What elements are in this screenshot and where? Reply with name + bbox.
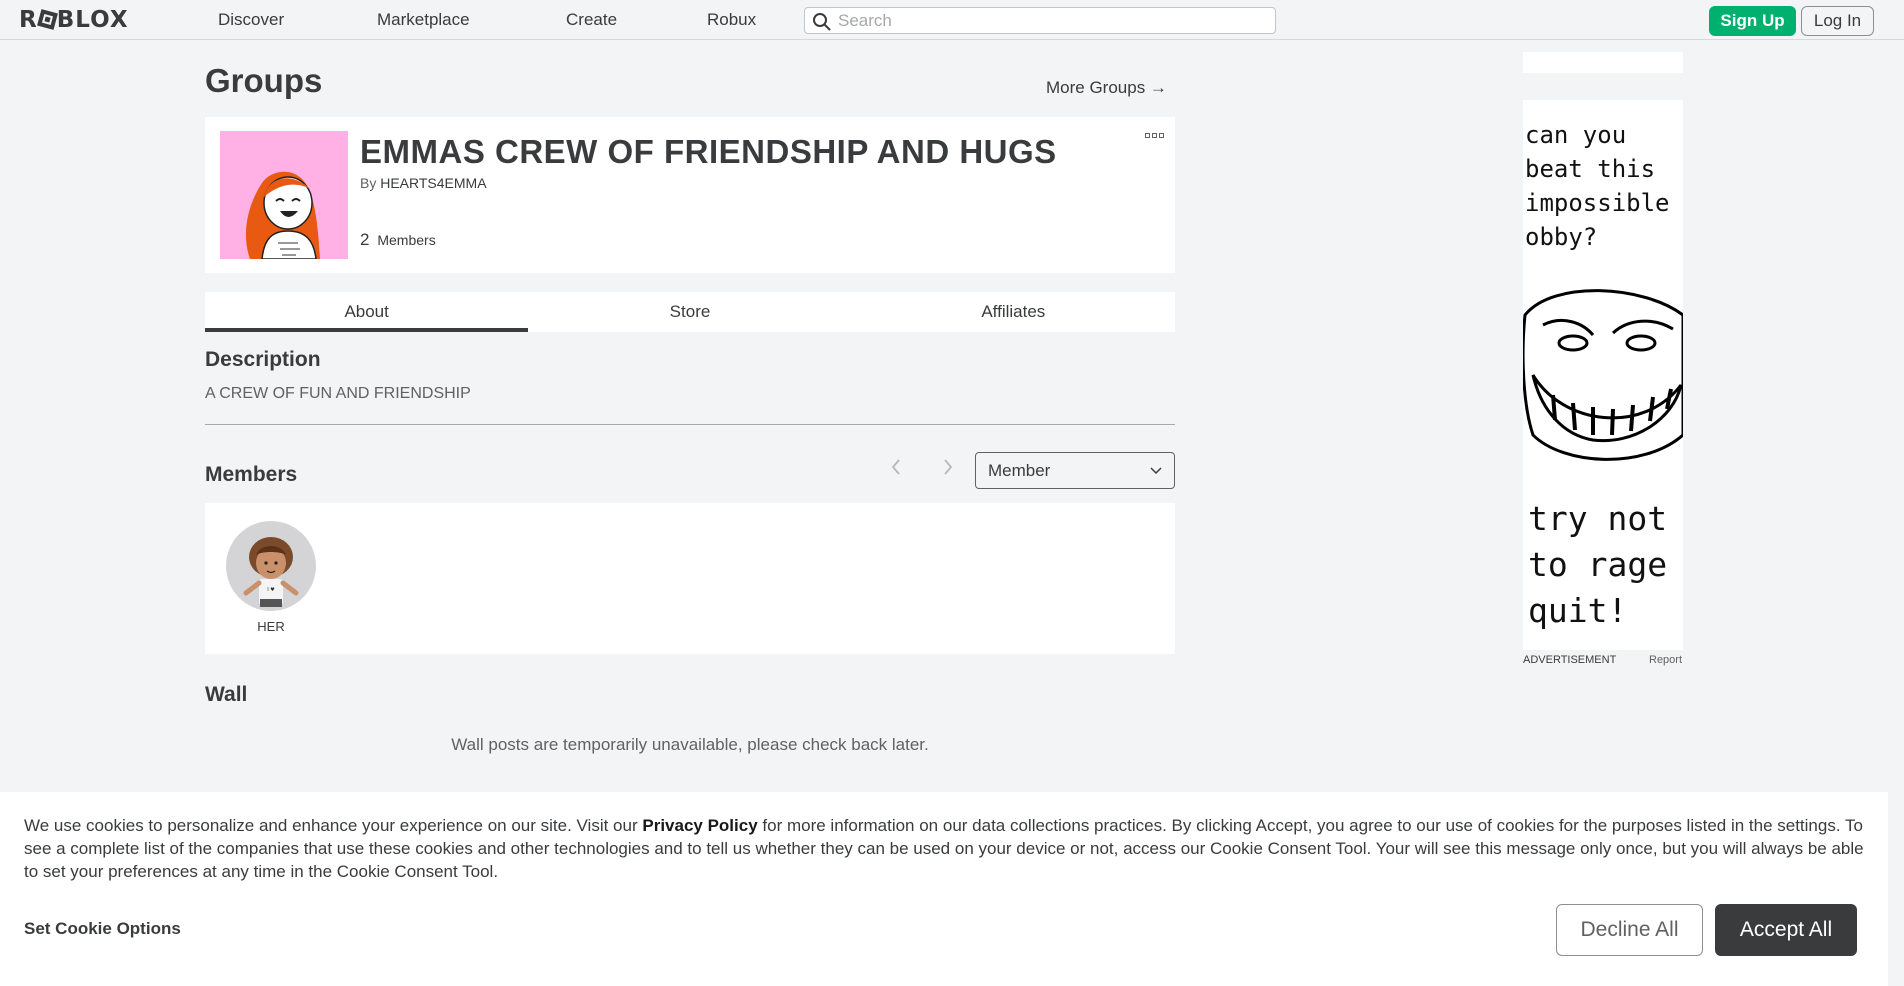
top-navigation-bar: R BLOX Discover Marketplace Create Robux … (0, 0, 1904, 40)
member-name: HER (257, 619, 285, 634)
page-title: Groups (205, 62, 323, 99)
ad-headline: can you beat this impossible obby? (1525, 121, 1670, 251)
members-heading: Members (205, 463, 298, 486)
group-tabs: About Store Affiliates (205, 292, 1175, 332)
member-card[interactable]: I ♥ HER (226, 521, 316, 634)
cookie-consent-banner: We use cookies to personalize and enhanc… (0, 792, 1888, 986)
tab-store[interactable]: Store (528, 292, 851, 332)
advertisement-banner[interactable]: can you beat this impossible obby? try n… (1523, 100, 1683, 650)
roblox-logo[interactable]: R BLOX (19, 7, 129, 33)
search-input[interactable] (838, 10, 1268, 31)
nav-create[interactable]: Create (566, 10, 617, 30)
more-options-icon[interactable] (1145, 133, 1165, 143)
wall-unavailable-message: Wall posts are temporarily unavailable, … (451, 735, 929, 754)
svg-text:I ♥: I ♥ (267, 587, 275, 593)
avatar: I ♥ (226, 521, 316, 611)
cookie-message: We use cookies to personalize and enhanc… (24, 816, 1864, 881)
previous-page-icon[interactable] (890, 458, 902, 482)
accept-all-button[interactable]: Accept All (1715, 904, 1857, 956)
log-in-button[interactable]: Log In (1801, 6, 1874, 36)
chevron-down-icon (1150, 467, 1162, 475)
search-box (804, 7, 1276, 34)
group-name: EMMAS CREW OF FRIENDSHIP AND HUGS (360, 133, 1057, 170)
sign-up-button[interactable]: Sign Up (1709, 6, 1796, 36)
description-heading: Description (205, 348, 321, 371)
nav-discover[interactable]: Discover (218, 10, 284, 30)
nav-marketplace[interactable]: Marketplace (377, 10, 470, 30)
tab-about[interactable]: About (205, 292, 529, 332)
group-emblem-image (220, 131, 348, 259)
nav-robux[interactable]: Robux (707, 10, 756, 30)
group-header-card: EMMAS CREW OF FRIENDSHIP AND HUGS By HEA… (205, 117, 1175, 273)
more-groups-link[interactable]: More Groups → (1046, 78, 1167, 98)
member-count-number: 2 (360, 230, 370, 249)
member-count: 2 Members (360, 230, 436, 250)
ad-tagline: try not to rage quit! (1528, 499, 1668, 630)
privacy-policy-link[interactable]: Privacy Policy (642, 816, 757, 835)
members-list: I ♥ HER (205, 503, 1175, 654)
decline-all-button[interactable]: Decline All (1556, 904, 1703, 956)
by-label: By (360, 175, 377, 191)
report-ad-link[interactable]: Report (1649, 654, 1682, 666)
search-icon[interactable] (812, 12, 832, 32)
role-select-value: Member (988, 461, 1051, 480)
advertisement-label: ADVERTISEMENT (1523, 654, 1617, 666)
tab-affiliates[interactable]: Affiliates (852, 292, 1175, 332)
group-owner-link[interactable]: HEARTS4EMMA (380, 175, 486, 191)
member-count-label: Members (377, 232, 436, 248)
ad-top-strip (1523, 52, 1683, 73)
group-owner: By HEARTS4EMMA (360, 175, 487, 191)
wall-heading: Wall (205, 683, 248, 706)
troll-face-image (1523, 289, 1683, 461)
role-select-dropdown[interactable]: Member (975, 452, 1175, 489)
group-description: A CREW OF FUN AND FRIENDSHIP (205, 385, 471, 402)
next-page-icon[interactable] (942, 458, 954, 482)
set-cookie-options-link[interactable]: Set Cookie Options (24, 919, 181, 939)
section-divider (205, 424, 1175, 425)
